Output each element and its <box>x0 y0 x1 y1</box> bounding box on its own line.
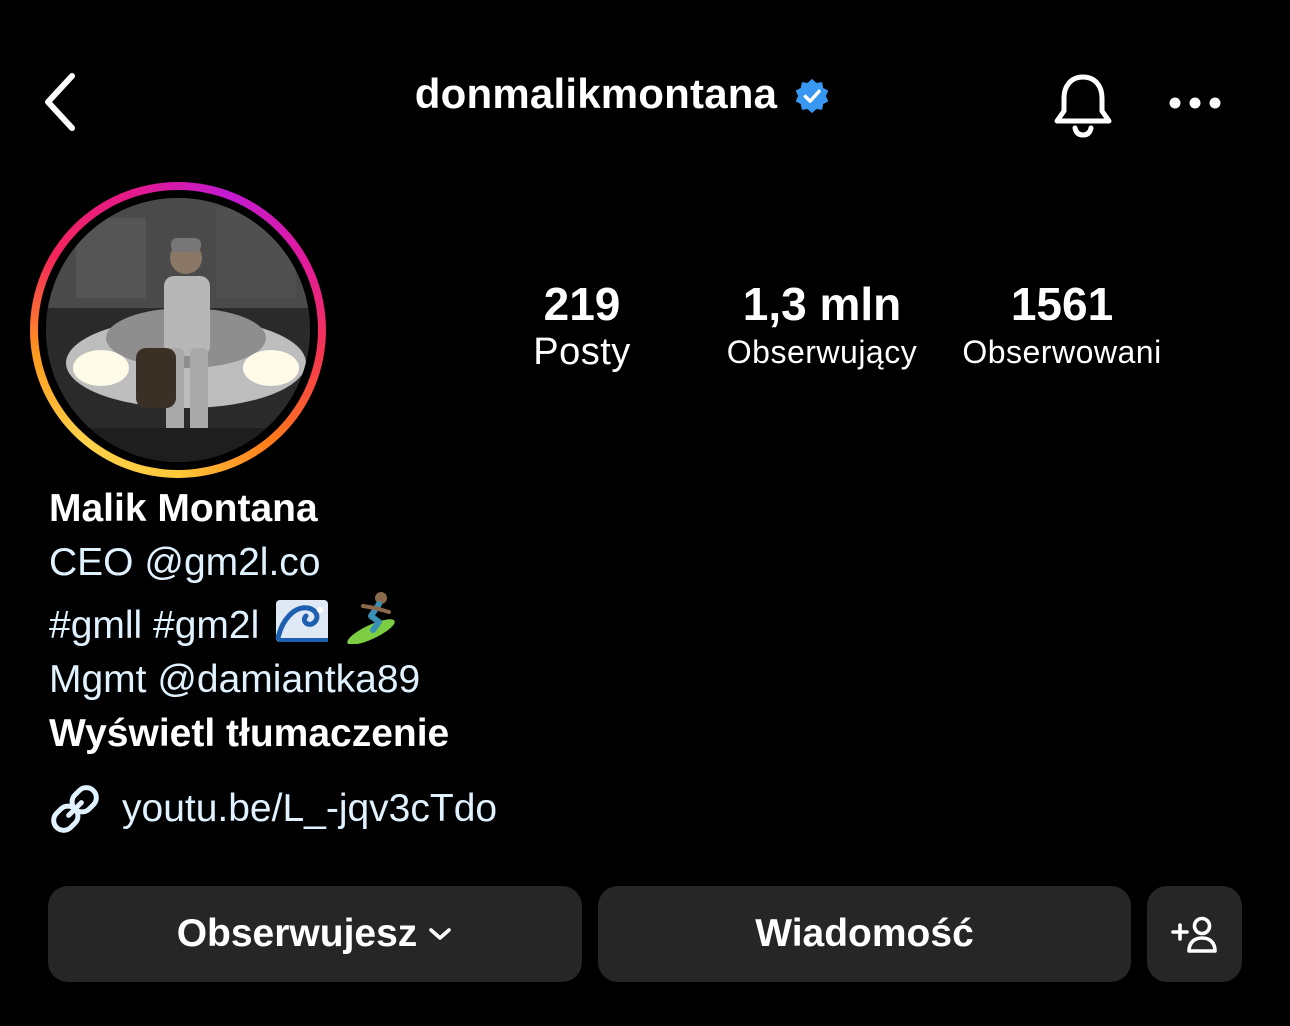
followers-label: Obserwujący <box>726 334 918 370</box>
posts-label: Posty <box>533 331 631 373</box>
bio-line-ceo[interactable]: CEO @gm2l.co <box>49 536 449 590</box>
chevron-left-icon <box>45 73 75 131</box>
followers-count: 1,3 mln <box>742 278 902 330</box>
back-button[interactable] <box>30 66 90 138</box>
bell-icon <box>1054 74 1112 138</box>
stat-following[interactable]: 1561 Obserwowani <box>942 276 1182 372</box>
see-translation-link[interactable]: Wyświetl tłumaczenie <box>49 707 449 761</box>
bio-line-hashtags[interactable]: #gmll #gm2l <box>49 590 449 653</box>
stat-posts[interactable]: 219 Posty <box>500 276 664 372</box>
profile-avatar <box>46 198 310 462</box>
message-button-label: Wiadomość <box>755 912 974 955</box>
link-text[interactable]: youtu.be/L_-jqv3cTdo <box>122 787 497 831</box>
add-person-icon <box>1170 916 1217 953</box>
verified-badge-icon <box>795 78 829 114</box>
hashtags[interactable]: #gmll #gm2l <box>49 604 259 647</box>
surfer-emoji-icon <box>347 592 395 644</box>
following-button[interactable]: Obserwujesz <box>48 886 582 982</box>
profile-username: donmalikmontana <box>414 70 778 117</box>
following-count: 1561 <box>1010 278 1114 330</box>
bio-line-mgmt[interactable]: Mgmt @damiantka89 <box>49 653 449 707</box>
more-horizontal-icon <box>1169 97 1221 109</box>
following-button-label: Obserwujesz <box>176 912 418 955</box>
profile-bio: Malik Montana CEO @gm2l.co #gmll #gm2l M… <box>49 482 449 761</box>
following-label: Obserwowani <box>962 334 1162 370</box>
message-button[interactable]: Wiadomość <box>598 886 1131 982</box>
chevron-down-icon <box>427 925 453 943</box>
avatar-image <box>46 198 310 462</box>
more-options-button[interactable] <box>1160 80 1230 126</box>
avatar-gap <box>38 190 318 470</box>
link-icon <box>51 785 99 833</box>
posts-count: 219 <box>543 278 621 330</box>
stat-followers[interactable]: 1,3 mln Obserwujący <box>700 276 944 372</box>
bio-link[interactable]: youtu.be/L_-jqv3cTdo <box>48 782 497 836</box>
wave-emoji-icon <box>275 600 329 642</box>
notifications-button[interactable] <box>1046 66 1120 142</box>
suggest-people-button[interactable] <box>1147 886 1242 982</box>
story-ring[interactable] <box>30 182 326 478</box>
display-name: Malik Montana <box>49 487 318 530</box>
